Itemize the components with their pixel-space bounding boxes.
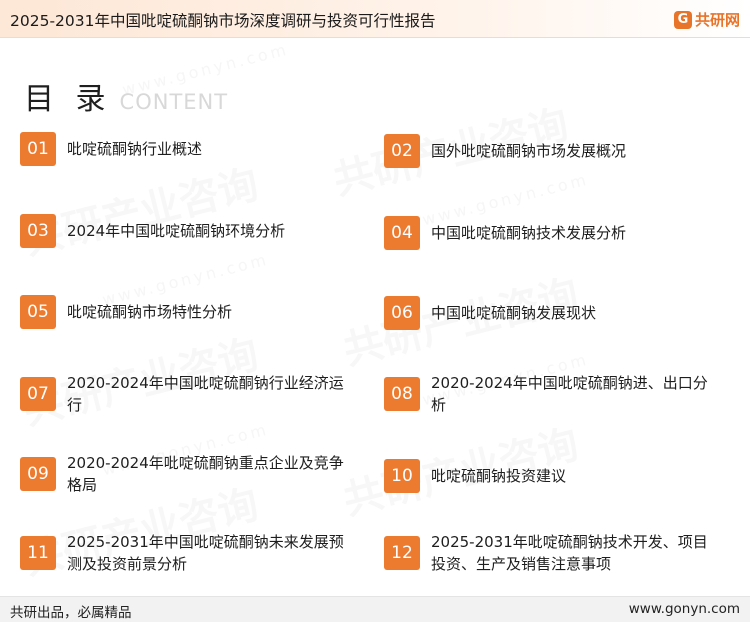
toc-item[interactable]: 05 吡啶硫酮钠市场特性分析 bbox=[20, 291, 347, 333]
toc-number-badge: 09 bbox=[20, 457, 56, 491]
toc-item-label: 中国吡啶硫酮钠发展现状 bbox=[431, 304, 597, 322]
footer-slogan: 共研出品，必属精品 bbox=[10, 605, 132, 621]
toc-number-badge: 04 bbox=[384, 216, 420, 250]
toc-item[interactable]: 07 2020-2024年中国吡啶硫酮钠行业经济运行 bbox=[20, 373, 347, 415]
toc-item-label: 吡啶硫酮钠投资建议 bbox=[431, 467, 567, 485]
toc-number-badge: 06 bbox=[384, 296, 420, 330]
toc-item-label: 吡啶硫酮钠行业概述 bbox=[67, 140, 203, 158]
footer-bar: 共研出品，必属精品 www.gonyn.com bbox=[0, 596, 750, 622]
header-bar: 2025-2031年中国吡啶硫酮钠市场深度调研与投资可行性报告 G 共研网 bbox=[0, 0, 750, 38]
toc-item[interactable]: 01 吡啶硫酮钠行业概述 bbox=[20, 128, 347, 170]
toc-item-label: 2024年中国吡啶硫酮钠环境分析 bbox=[67, 222, 286, 240]
footer-website-link[interactable]: www.gonyn.com bbox=[629, 601, 740, 617]
toc-item-label: 2020-2024年中国吡啶硫酮钠行业经济运行 bbox=[67, 374, 344, 414]
toc-number-badge: 01 bbox=[20, 132, 56, 166]
toc-item-label: 2025-2031年中国吡啶硫酮钠未来发展预测及投资前景分析 bbox=[67, 533, 344, 573]
toc-number-badge: 10 bbox=[384, 459, 420, 493]
toc-number-badge: 11 bbox=[20, 536, 56, 570]
toc-item[interactable]: 06 中国吡啶硫酮钠发展现状 bbox=[384, 292, 711, 334]
toc-item[interactable]: 02 国外吡啶硫酮钠市场发展概况 bbox=[384, 130, 711, 172]
toc-number-badge: 08 bbox=[384, 377, 420, 411]
report-title: 2025-2031年中国吡啶硫酮钠市场深度调研与投资可行性报告 bbox=[10, 12, 436, 30]
toc-number-badge: 12 bbox=[384, 536, 420, 570]
toc-number-badge: 03 bbox=[20, 214, 56, 248]
toc-item-label: 中国吡啶硫酮钠技术发展分析 bbox=[431, 224, 627, 242]
toc-item[interactable]: 12 2025-2031年吡啶硫酮钠技术开发、项目投资、生产及销售注意事项 bbox=[384, 532, 711, 574]
toc-item-label: 吡啶硫酮钠市场特性分析 bbox=[67, 303, 233, 321]
toc-item-label: 2025-2031年吡啶硫酮钠技术开发、项目投资、生产及销售注意事项 bbox=[431, 533, 708, 573]
toc-item[interactable]: 04 中国吡啶硫酮钠技术发展分析 bbox=[384, 212, 711, 254]
toc-heading: 目 录 CONTENT bbox=[24, 74, 228, 118]
toc-item-label: 2020-2024年中国吡啶硫酮钠进、出口分析 bbox=[431, 374, 708, 414]
toc-number-badge: 05 bbox=[20, 295, 56, 329]
toc-item[interactable]: 10 吡啶硫酮钠投资建议 bbox=[384, 455, 711, 497]
toc-subtitle: CONTENT bbox=[119, 90, 229, 114]
toc-item[interactable]: 03 2024年中国吡啶硫酮钠环境分析 bbox=[20, 210, 347, 252]
brand-name: 共研网 bbox=[694, 11, 740, 29]
brand: G 共研网 bbox=[673, 9, 740, 30]
toc-number-badge: 02 bbox=[384, 134, 420, 168]
toc-number-badge: 07 bbox=[20, 377, 56, 411]
toc-item-label: 2020-2024年吡啶硫酮钠重点企业及竞争格局 bbox=[67, 454, 344, 494]
toc-title: 目 录 bbox=[24, 82, 112, 117]
toc-item[interactable]: 08 2020-2024年中国吡啶硫酮钠进、出口分析 bbox=[384, 373, 711, 415]
brand-logo-icon: G bbox=[673, 10, 692, 29]
toc-item[interactable]: 11 2025-2031年中国吡啶硫酮钠未来发展预测及投资前景分析 bbox=[20, 532, 347, 574]
toc-item-label: 国外吡啶硫酮钠市场发展概况 bbox=[431, 142, 627, 160]
toc-item[interactable]: 09 2020-2024年吡啶硫酮钠重点企业及竞争格局 bbox=[20, 453, 347, 495]
